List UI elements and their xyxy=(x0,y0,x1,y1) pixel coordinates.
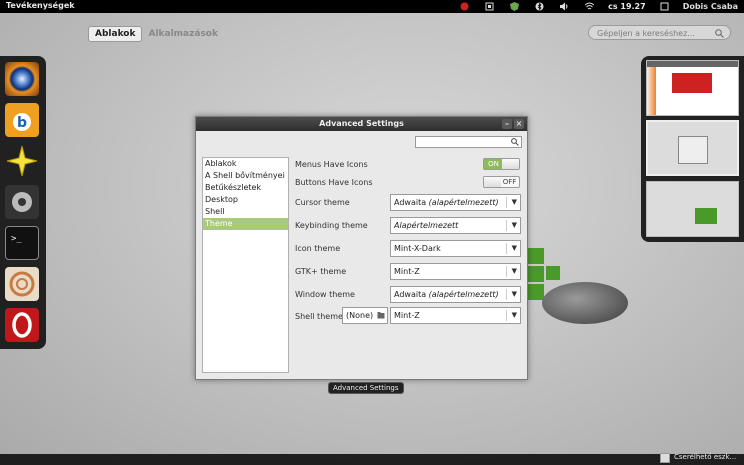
switch-knob xyxy=(484,177,501,187)
cursor-theme-label: Cursor theme xyxy=(295,198,350,207)
file-chooser-value: (None) xyxy=(346,311,374,320)
combo-value: Mint-Z xyxy=(394,267,420,276)
workspace-thumbnails xyxy=(641,56,744,242)
input-method-icon[interactable] xyxy=(485,2,494,11)
buttons-have-icons-switch[interactable]: OFF xyxy=(483,176,520,188)
system-settings-icon[interactable] xyxy=(5,185,39,219)
shell-app-icon[interactable] xyxy=(5,267,39,301)
chevron-down-icon: ▼ xyxy=(511,221,517,229)
eye-of-gnome-icon[interactable] xyxy=(5,62,39,96)
chevron-down-icon: ▼ xyxy=(511,198,517,206)
combo-value: Adwaita xyxy=(394,198,427,207)
window-titlebar[interactable]: Advanced Settings – × xyxy=(196,117,527,131)
gtk-theme-combo[interactable]: Mint-Z ▼ xyxy=(390,263,521,280)
network-icon[interactable] xyxy=(584,2,595,11)
switch-state-off: OFF xyxy=(502,178,517,186)
svg-text:b: b xyxy=(17,115,27,131)
search-icon xyxy=(511,137,519,148)
window-theme-combo[interactable]: Adwaita (alapértelmezett) ▼ xyxy=(390,286,521,303)
window-caption-tooltip: Advanced Settings xyxy=(328,382,404,394)
window-title: Advanced Settings xyxy=(319,119,404,128)
combo-value: Alapértelmezett xyxy=(394,221,459,230)
section-item[interactable]: Desktop xyxy=(203,194,288,206)
menus-have-icons-label: Menus Have Icons xyxy=(295,160,368,169)
section-item[interactable]: Shell xyxy=(203,206,288,218)
message-tray xyxy=(0,454,744,465)
top-panel: Tevékenységek cs 19.27 Dobis Csaba xyxy=(0,0,744,13)
icon-theme-combo[interactable]: Mint-X-Dark ▼ xyxy=(390,240,521,257)
combo-value-suffix: (alapértelmezett) xyxy=(428,290,499,299)
combo-value-suffix: (alapértelmezett) xyxy=(428,198,499,207)
terminal-icon[interactable]: >_ xyxy=(5,226,39,260)
cursor-theme-combo[interactable]: Adwaita (alapértelmezett) ▼ xyxy=(390,194,521,211)
chevron-down-icon: ▼ xyxy=(511,290,517,298)
volume-icon[interactable] xyxy=(560,2,569,11)
dash: b >_ xyxy=(0,56,46,349)
keybinding-theme-label: Keybinding theme xyxy=(295,221,368,230)
opera-icon[interactable] xyxy=(5,308,39,342)
chevron-down-icon: ▼ xyxy=(511,311,517,319)
combo-value: Adwaita xyxy=(394,290,427,299)
chevron-down-icon: ▼ xyxy=(511,267,517,275)
shell-theme-label: Shell theme xyxy=(295,312,343,321)
search-icon xyxy=(715,28,724,43)
bluetooth-icon[interactable] xyxy=(535,2,544,11)
search-input[interactable]: Gépeljen a kereséshez... xyxy=(588,25,731,40)
shell-theme-combo[interactable]: Mint-Z ▼ xyxy=(390,307,521,324)
update-shield-icon[interactable] xyxy=(510,2,520,11)
switch-state-on: ON xyxy=(484,159,503,169)
buttons-have-icons-label: Buttons Have Icons xyxy=(295,178,373,187)
workspace-thumbnail-1[interactable] xyxy=(646,60,739,116)
svg-text:>_: >_ xyxy=(11,234,22,244)
tab-windows[interactable]: Ablakok xyxy=(88,26,143,42)
user-menu[interactable]: Dobis Csaba xyxy=(683,2,738,11)
menus-have-icons-switch[interactable]: ON xyxy=(483,158,520,170)
settings-search-input[interactable] xyxy=(415,136,522,148)
star-app-icon[interactable] xyxy=(5,144,39,178)
minimize-button[interactable]: – xyxy=(502,119,512,129)
overview-tabs: Ablakok Alkalmazások xyxy=(88,26,224,42)
system-tray: cs 19.27 Dobis Csaba xyxy=(452,0,744,13)
wallpaper-mint-logo xyxy=(542,282,628,324)
search-placeholder: Gépeljen a kereséshez... xyxy=(597,29,695,38)
combo-value: Mint-Z xyxy=(394,311,420,320)
window-theme-label: Window theme xyxy=(295,290,355,299)
opera-tray-icon[interactable] xyxy=(460,2,469,11)
chevron-down-icon: ▼ xyxy=(511,244,517,252)
removable-device-notification[interactable]: Cserélhető eszk... xyxy=(660,450,736,465)
combo-value: Mint-X-Dark xyxy=(394,244,441,253)
notification-text: Cserélhető eszk... xyxy=(674,453,737,461)
shell-theme-file-chooser[interactable]: (None) xyxy=(342,307,388,324)
clock[interactable]: cs 19.27 xyxy=(608,2,646,11)
folder-icon xyxy=(377,308,385,324)
close-button[interactable]: × xyxy=(514,119,524,129)
user-status-icon xyxy=(660,2,669,11)
workspace-thumbnail-3[interactable] xyxy=(646,181,739,237)
gtk-theme-label: GTK+ theme xyxy=(295,267,347,276)
switch-knob xyxy=(502,159,519,169)
section-list: Ablakok A Shell bővítményei Betűkészlete… xyxy=(202,157,289,373)
workspace-thumbnail-2[interactable] xyxy=(646,120,739,176)
section-item-selected[interactable]: Theme xyxy=(203,218,288,230)
removable-drive-icon xyxy=(660,452,670,463)
section-item[interactable]: A Shell bővítményei xyxy=(203,170,288,182)
keybinding-theme-combo[interactable]: Alapértelmezett ▼ xyxy=(390,217,521,234)
section-item[interactable]: Ablakok xyxy=(203,158,288,170)
section-item[interactable]: Betűkészletek xyxy=(203,182,288,194)
advanced-settings-window: Advanced Settings – × Ablakok A Shell bő… xyxy=(195,116,528,380)
banshee-icon[interactable]: b xyxy=(5,103,39,137)
icon-theme-label: Icon theme xyxy=(295,244,341,253)
activities-button[interactable]: Tevékenységek xyxy=(6,1,75,10)
tab-applications[interactable]: Alkalmazások xyxy=(142,27,223,41)
